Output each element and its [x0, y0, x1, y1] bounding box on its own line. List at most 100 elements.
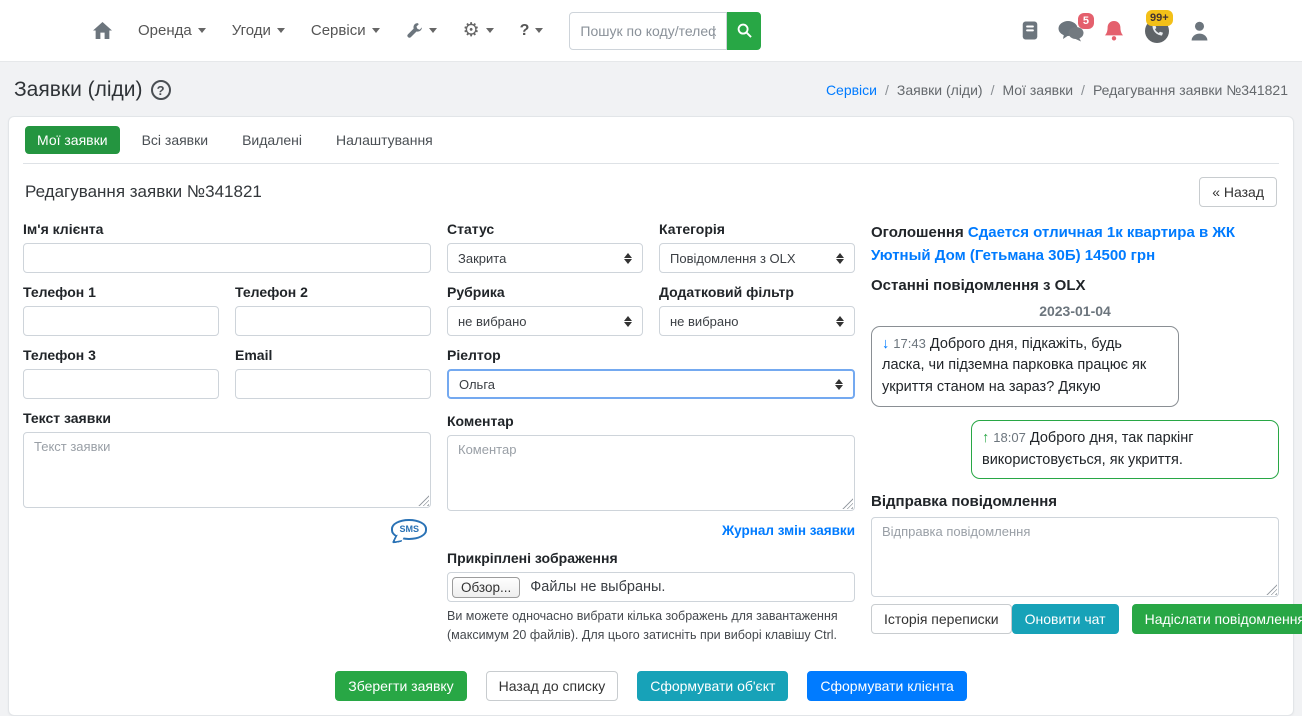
send-message-field[interactable] — [871, 517, 1279, 597]
email-field[interactable] — [235, 369, 431, 399]
realtor-select[interactable]: Ольга — [447, 369, 855, 399]
chevron-down-icon — [486, 28, 494, 33]
breadcrumb-separator: / — [885, 82, 889, 98]
breadcrumb-servisy[interactable]: Сервіси — [826, 82, 877, 98]
page-help-icon[interactable]: ? — [151, 80, 171, 100]
chat-message-outgoing: ↑ 18:07 Доброго дня, так паркінг викорис… — [971, 420, 1279, 480]
menu-servisy-label: Сервіси — [311, 22, 366, 39]
hint-line1: Ви можете одночасно вибрати кілька зобра… — [447, 609, 838, 623]
category-value: Повідомлення з OLX — [670, 251, 796, 266]
menu-orenda-label: Оренда — [138, 22, 192, 39]
breadcrumb-current: Редагування заявки №341821 — [1093, 82, 1288, 98]
page-title-text: Заявки (ліди) — [14, 78, 143, 102]
extra-filter-select[interactable]: не вибрано — [659, 306, 855, 336]
rubric-value: не вибрано — [458, 314, 527, 329]
chevron-down-icon — [277, 28, 285, 33]
phone1-field[interactable] — [23, 306, 219, 336]
message-time: 17:43 — [893, 336, 926, 351]
back-button[interactable]: « Назад — [1199, 177, 1277, 207]
tab-deleted[interactable]: Видалені — [230, 126, 314, 154]
wrench-icon — [406, 22, 423, 39]
form-actions: Зберегти заявку Назад до списку Сформува… — [23, 671, 1279, 701]
user-icon[interactable] — [1190, 21, 1209, 41]
file-input[interactable]: Обзор... Файлы не выбраны. — [447, 572, 855, 602]
home-icon[interactable] — [93, 22, 112, 39]
help-icon: ? — [520, 22, 530, 40]
select-arrows-icon — [624, 253, 632, 264]
changelog-link[interactable]: Журнал змін заявки — [722, 523, 855, 538]
email-label: Email — [235, 347, 431, 363]
select-arrows-icon — [835, 379, 843, 390]
outgoing-arrow-icon: ↑ — [982, 430, 989, 446]
phone3-field[interactable] — [23, 369, 219, 399]
comment-field[interactable] — [447, 435, 855, 511]
chat-column: Оголошення Сдается отличная 1к квартира … — [871, 221, 1279, 657]
attachments-label: Прикріплені зображення — [447, 550, 855, 566]
hint-line2: (максимум 20 файлів). Для цього затисніт… — [447, 628, 837, 642]
create-client-button[interactable]: Сформувати клієнта — [807, 671, 966, 701]
search-input[interactable] — [569, 12, 727, 50]
send-message-label: Відправка повідомлення — [871, 493, 1279, 510]
help-menu[interactable]: ? — [520, 22, 544, 40]
select-arrows-icon — [624, 316, 632, 327]
details-column: Статус Закрита Категорія Повідомлення з … — [447, 221, 855, 657]
realtor-label: Ріелтор — [447, 347, 855, 363]
rubric-select[interactable]: не вибрано — [447, 306, 643, 336]
client-column: Ім'я клієнта Телефон 1 Телефон 2 Телефон… — [23, 221, 431, 657]
back-to-list-button[interactable]: Назад до списку — [486, 671, 619, 701]
tools-menu[interactable] — [406, 22, 437, 39]
bell-icon[interactable] — [1104, 20, 1124, 42]
chevron-down-icon — [429, 28, 437, 33]
phone2-field[interactable] — [235, 306, 431, 336]
incoming-arrow-icon: ↓ — [882, 336, 889, 352]
breadcrumb-moi-zayavky: Мої заявки — [1002, 82, 1073, 98]
phone1-label: Телефон 1 — [23, 284, 219, 300]
status-select[interactable]: Закрита — [447, 243, 643, 273]
breadcrumb-separator: / — [1081, 82, 1085, 98]
tab-settings[interactable]: Налаштування — [324, 126, 445, 154]
send-message-button[interactable]: Надіслати повідомлення — [1132, 604, 1302, 634]
settings-menu[interactable]: ⚙ — [463, 21, 494, 40]
search-button[interactable] — [727, 12, 761, 50]
menu-servisy[interactable]: Сервіси — [311, 22, 380, 39]
browse-button[interactable]: Обзор... — [452, 577, 520, 598]
announcement-label: Оголошення — [871, 224, 964, 241]
select-arrows-icon — [836, 253, 844, 264]
extra-filter-label: Додатковий фільтр — [659, 284, 855, 300]
breadcrumb: Сервіси / Заявки (ліди) / Мої заявки / Р… — [826, 82, 1288, 98]
refresh-chat-button[interactable]: Оновити чат — [1012, 604, 1119, 634]
search-icon — [737, 23, 752, 38]
phone-calls-icon[interactable]: 99+ — [1144, 18, 1170, 44]
create-object-button[interactable]: Сформувати об'єкт — [637, 671, 788, 701]
status-label: Статус — [447, 221, 643, 237]
breadcrumb-zayavky: Заявки (ліди) — [897, 82, 983, 98]
menu-ugody-label: Угоди — [232, 22, 271, 39]
realtor-value: Ольга — [459, 377, 495, 392]
tab-all-requests[interactable]: Всі заявки — [130, 126, 221, 154]
tabs-row: Мої заявки Всі заявки Видалені Налаштува… — [23, 117, 1279, 164]
save-request-button[interactable]: Зберегти заявку — [335, 671, 466, 701]
chat-message-incoming: ↓ 17:43 Доброго дня, підкажіть, будь лас… — [871, 326, 1179, 407]
phone3-label: Телефон 3 — [23, 347, 219, 363]
tab-my-requests[interactable]: Мої заявки — [25, 126, 120, 154]
request-text-label: Текст заявки — [23, 410, 431, 426]
menu-ugody[interactable]: Угоди — [232, 22, 285, 39]
sms-icon[interactable]: SMS — [391, 519, 427, 540]
chat-date: 2023-01-04 — [871, 303, 1279, 319]
attachments-hint: Ви можете одночасно вибрати кілька зобра… — [447, 607, 855, 646]
breadcrumb-separator: / — [991, 82, 995, 98]
menu-orenda[interactable]: Оренда — [138, 22, 206, 39]
content-card: Мої заявки Всі заявки Видалені Налаштува… — [8, 116, 1294, 716]
request-text-field[interactable] — [23, 432, 431, 508]
client-name-field[interactable] — [23, 243, 431, 273]
chevron-down-icon — [372, 28, 380, 33]
history-button[interactable]: Історія переписки — [871, 604, 1012, 634]
category-select[interactable]: Повідомлення з OLX — [659, 243, 855, 273]
messages-icon[interactable]: 5 — [1058, 20, 1084, 42]
chevron-down-icon — [198, 28, 206, 33]
category-label: Категорія — [659, 221, 855, 237]
extra-filter-value: не вибрано — [670, 314, 739, 329]
page-title: Заявки (ліди) ? — [14, 78, 171, 102]
client-name-label: Ім'я клієнта — [23, 221, 431, 237]
journal-icon[interactable] — [1022, 21, 1038, 40]
